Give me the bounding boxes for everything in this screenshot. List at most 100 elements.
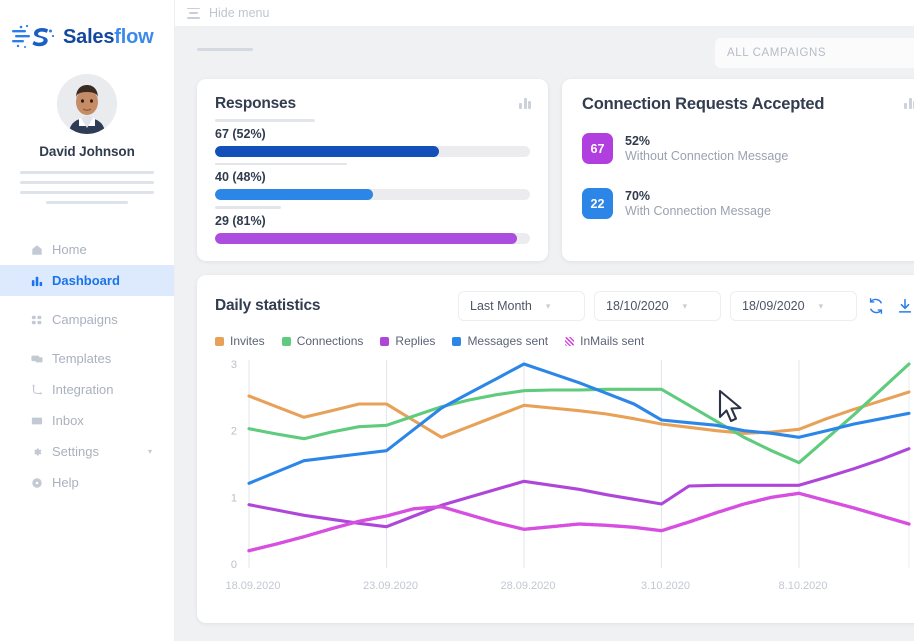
sidebar-item-label: Settings <box>52 444 99 459</box>
avatar[interactable] <box>57 74 117 134</box>
bar-track <box>215 189 530 200</box>
bar-fill <box>215 189 373 200</box>
date-to-select[interactable]: 18/09/2020 ▾ <box>730 291 857 321</box>
legend-item-invites[interactable]: Invites <box>215 334 265 348</box>
connection-row-text: 70% With Connection Message <box>625 189 771 218</box>
date-to-value: 18/09/2020 <box>742 299 805 313</box>
sidebar-item-dashboard[interactable]: Dashboard <box>0 265 174 296</box>
campaigns-grid-icon <box>30 313 43 326</box>
daily-statistics-line-chart: 012318.09.202023.09.202028.09.20203.10.2… <box>215 356 914 601</box>
period-select[interactable]: Last Month ▾ <box>458 291 585 321</box>
sidebar-item-integration[interactable]: Integration <box>0 374 174 405</box>
hamburger-menu-icon[interactable] <box>187 8 200 19</box>
chevron-down-icon: ▾ <box>819 301 824 312</box>
percent-description: With Connection Message <box>625 204 771 218</box>
bar-label: 29 (81%) <box>215 214 530 228</box>
chart-line-replies <box>249 449 909 527</box>
skeleton-line <box>20 191 154 194</box>
profile-block: David Johnson <box>0 74 174 204</box>
brand-name-part1: Sales <box>63 26 114 48</box>
sidebar-item-label: Campaigns <box>52 312 118 327</box>
legend-item-inmails-sent[interactable]: InMails sent <box>565 334 644 348</box>
sidebar-item-label: Help <box>52 475 79 490</box>
brand-logo-area[interactable]: Salesflow <box>0 0 174 52</box>
sidebar-item-settings[interactable]: Settings ▾ <box>0 436 174 467</box>
legend-item-connections[interactable]: Connections <box>282 334 364 348</box>
breadcrumb-placeholder <box>197 48 253 51</box>
campaign-filter-dropdown[interactable]: ALL CAMPAIGNS ▾ <box>715 38 914 68</box>
legend-swatch <box>565 337 574 346</box>
dashboard-bars-icon <box>30 274 43 287</box>
refresh-icon[interactable] <box>866 296 886 316</box>
responses-title: Responses <box>215 95 530 113</box>
chevron-down-icon: ▾ <box>546 301 551 312</box>
integration-node-icon <box>30 383 43 396</box>
profile-skeleton <box>20 171 154 204</box>
percent-value: 52% <box>625 134 788 148</box>
legend-label: InMails sent <box>580 334 644 348</box>
connection-requests-card: Connection Requests Accepted 67 52% With… <box>562 79 914 261</box>
hide-menu-label[interactable]: Hide menu <box>209 6 269 20</box>
daily-statistics-header: Daily statistics Last Month ▾ 18/10/2020… <box>215 291 914 321</box>
period-value: Last Month <box>470 299 532 313</box>
daily-statistics-card: Daily statistics Last Month ▾ 18/10/2020… <box>197 275 914 623</box>
chart-line-connections <box>249 364 909 463</box>
x-axis-tick-label: 23.09.2020 <box>363 580 418 592</box>
bar-skeleton <box>215 163 347 166</box>
sidebar-item-label: Dashboard <box>52 273 120 288</box>
sidebar-item-inbox[interactable]: Inbox <box>0 405 174 436</box>
x-axis-tick-label: 8.10.2020 <box>779 580 828 592</box>
help-circle-icon <box>30 476 43 489</box>
main-content: Hide menu ALL CAMPAIGNS ▾ Respo <box>175 0 914 641</box>
subbar: ALL CAMPAIGNS ▾ <box>175 27 914 79</box>
profile-name: David Johnson <box>0 144 174 159</box>
legend-swatch <box>215 337 224 346</box>
chevron-down-icon[interactable]: ▾ <box>148 447 152 456</box>
sidebar-item-templates[interactable]: Templates <box>0 343 174 374</box>
response-bar-3: 29 (81%) <box>215 206 530 244</box>
count-badge: 67 <box>582 133 613 164</box>
percent-description: Without Connection Message <box>625 149 788 163</box>
connection-row-text: 52% Without Connection Message <box>625 134 788 163</box>
bar-skeleton <box>215 206 281 209</box>
legend-label: Messages sent <box>467 334 548 348</box>
x-axis-tick-label: 18.09.2020 <box>225 580 280 592</box>
sidebar-item-help[interactable]: Help <box>0 467 174 498</box>
chart-plot-area: 012318.09.202023.09.202028.09.20203.10.2… <box>215 356 914 601</box>
percent-value: 70% <box>625 189 771 203</box>
brand-name-part2: flow <box>114 26 153 48</box>
sidebar-item-home[interactable]: Home <box>0 234 174 265</box>
count-badge: 22 <box>582 188 613 219</box>
legend-swatch <box>380 337 389 346</box>
x-axis-tick-label: 3.10.2020 <box>641 580 690 592</box>
date-from-select[interactable]: 18/10/2020 ▾ <box>594 291 721 321</box>
date-from-value: 18/10/2020 <box>606 299 669 313</box>
x-axis-tick-label: 28.09.2020 <box>500 580 555 592</box>
sidebar-nav: Home Dashboard Campaigns <box>0 234 174 498</box>
connection-row-2: 22 70% With Connection Message <box>582 188 913 219</box>
home-icon <box>30 243 43 256</box>
salesflow-logo-icon <box>12 22 56 52</box>
chart-line-invites <box>249 392 909 437</box>
bar-fill <box>215 233 517 244</box>
chevron-down-icon: ▾ <box>683 301 688 312</box>
bar-fill <box>215 146 439 157</box>
bar-label: 67 (52%) <box>215 127 530 141</box>
sidebar-item-label: Integration <box>52 382 113 397</box>
download-icon[interactable] <box>895 296 914 316</box>
legend-label: Replies <box>395 334 435 348</box>
legend-item-replies[interactable]: Replies <box>380 334 435 348</box>
bar-chart-icon[interactable] <box>519 97 531 109</box>
bar-chart-icon[interactable] <box>904 97 914 109</box>
legend-swatch <box>282 337 291 346</box>
legend-label: Invites <box>230 334 265 348</box>
bar-track <box>215 233 530 244</box>
bar-skeleton <box>215 119 315 122</box>
sidebar: Salesflow <box>0 0 175 641</box>
sidebar-item-campaigns[interactable]: Campaigns <box>0 304 174 335</box>
templates-chat-icon <box>30 352 43 365</box>
y-axis-tick-label: 2 <box>231 426 237 438</box>
gear-icon <box>30 445 43 458</box>
chart-legend: Invites Connections Replies Messages sent In… <box>215 334 914 348</box>
legend-item-messages-sent[interactable]: Messages sent <box>452 334 548 348</box>
